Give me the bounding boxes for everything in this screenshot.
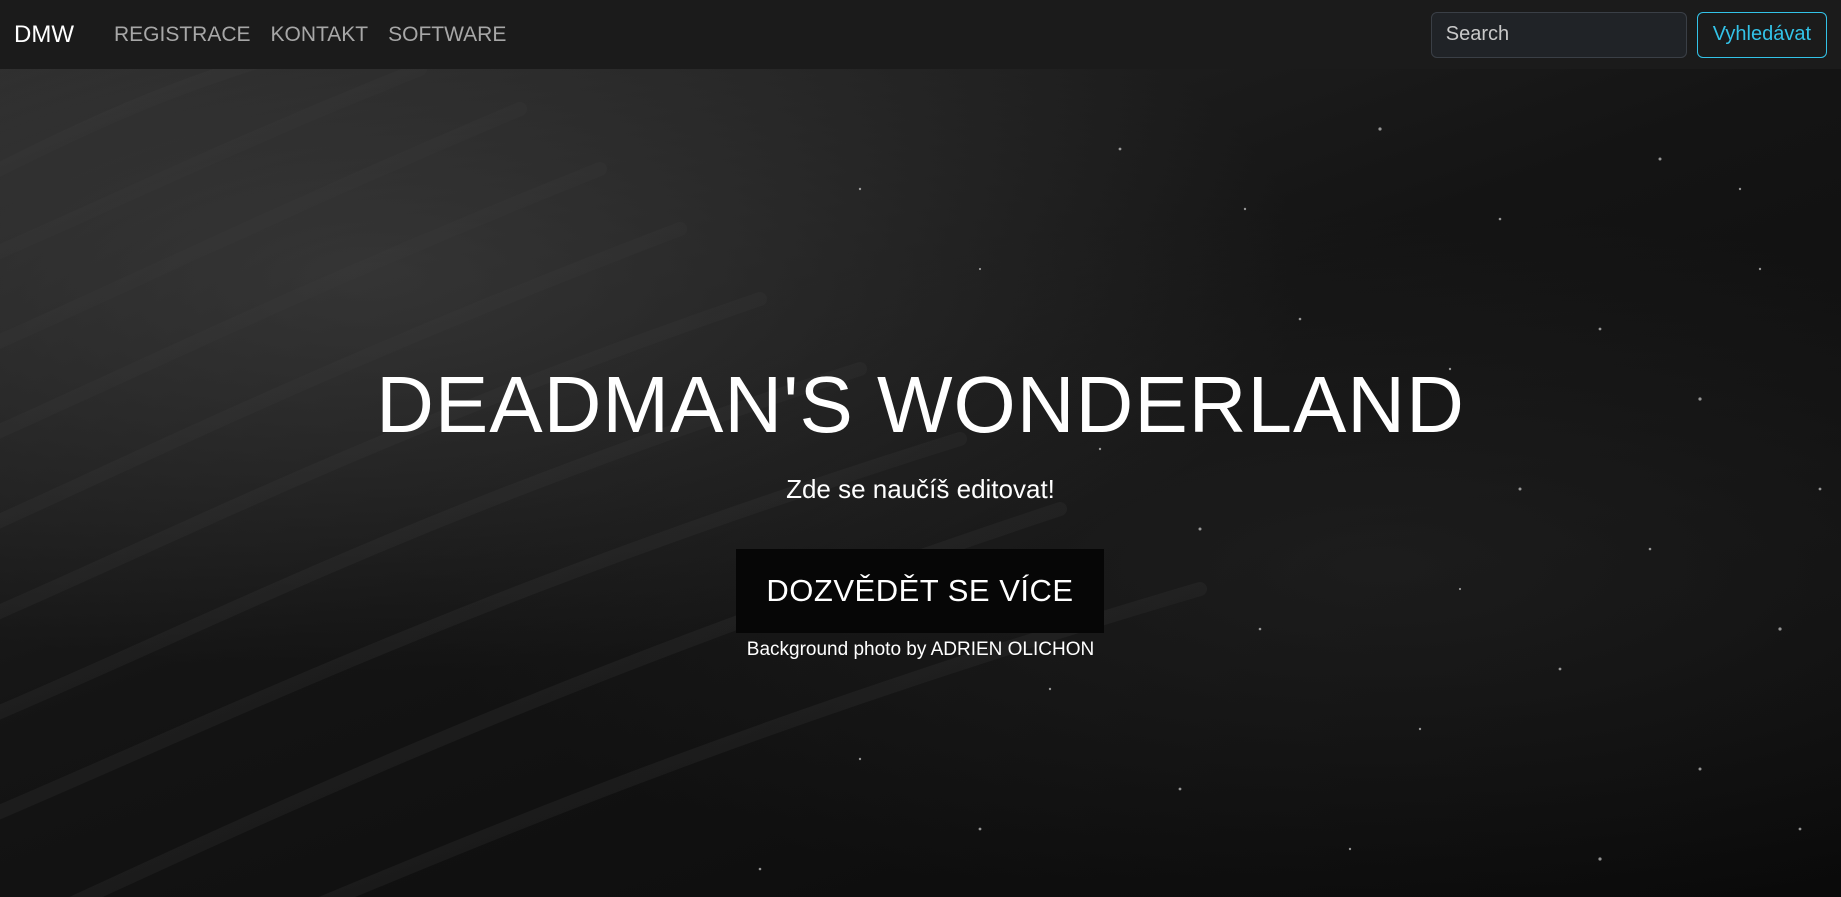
nav-link-registrace[interactable]: REGISTRACE <box>104 23 261 47</box>
page: DMW REGISTRACE KONTAKT SOFTWARE Vyhledáv… <box>0 0 1841 897</box>
top-navbar: DMW REGISTRACE KONTAKT SOFTWARE Vyhledáv… <box>0 0 1841 69</box>
nav-links: REGISTRACE KONTAKT SOFTWARE <box>104 23 516 47</box>
brand-logo-link[interactable]: DMW <box>14 21 74 49</box>
nav-link-software[interactable]: SOFTWARE <box>378 23 516 47</box>
search-button[interactable]: Vyhledávat <box>1696 11 1827 58</box>
search-form: Vyhledávat <box>1430 11 1827 58</box>
photo-credit: Background photo by ADRIEN OLICHON <box>746 639 1095 660</box>
hero-subtitle: Zde se naučíš editovat! <box>786 474 1055 504</box>
nav-link-kontakt[interactable]: KONTAKT <box>261 23 379 47</box>
hero-title: DEADMAN'S WONDERLAND <box>376 360 1465 449</box>
search-input[interactable] <box>1430 11 1687 58</box>
learn-more-button[interactable]: DOZVĚDĚT SE VÍCE <box>736 549 1104 633</box>
hero-content: DEADMAN'S WONDERLAND Zde se naučíš edito… <box>0 69 1841 897</box>
hero-section: DEADMAN'S WONDERLAND Zde se naučíš edito… <box>0 69 1841 897</box>
